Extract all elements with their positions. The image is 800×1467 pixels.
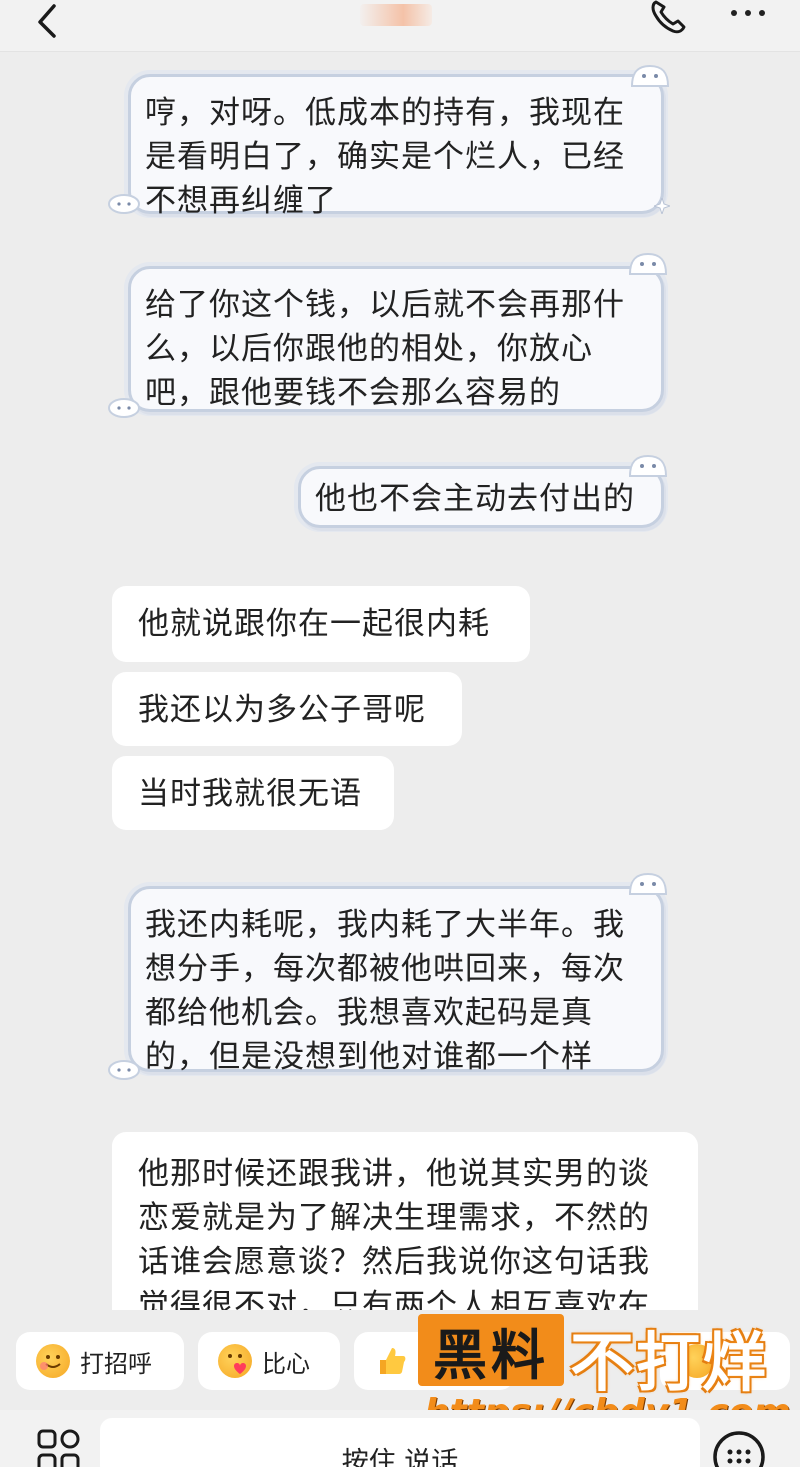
- message-bubble-self[interactable]: 我还内耗呢，我内耗了大半年。我 想分手，每次都被他哄回来，每次 都给他机会。我想…: [128, 886, 664, 1075]
- bubble-cat-sticker-icon: [628, 252, 668, 275]
- message-line: 他那时候还跟我讲，他说其实男的谈: [138, 1156, 650, 1192]
- input-bar: 按住 说话: [0, 1410, 800, 1467]
- hold-to-talk-button[interactable]: 按住 说话: [100, 1418, 700, 1467]
- chat-message-list[interactable]: 哼，对呀。低成本的持有，我现在 是看明白了，确实是个烂人，已经 不想再纠缠了 给…: [0, 52, 800, 1310]
- contact-name-redacted: [360, 4, 432, 26]
- message-line: 都给他机会。我想喜欢起码是真: [145, 995, 593, 1031]
- message-line: 我还内耗呢，我内耗了大半年。我: [145, 907, 625, 943]
- phone-icon[interactable]: [648, 0, 688, 36]
- hold-to-talk-label: 按住 说话: [341, 1447, 459, 1467]
- more-dots-icon[interactable]: [728, 6, 768, 20]
- message-bubble-self[interactable]: 哼，对呀。低成本的持有，我现在 是看明白了，确实是个烂人，已经 不想再纠缠了: [128, 74, 664, 219]
- bubble-cat-sticker-icon: [628, 872, 668, 895]
- message-line: 哼，对呀。低成本的持有，我现在: [145, 95, 625, 131]
- watermark-logo-box: 黑料: [418, 1314, 564, 1387]
- message-line: 觉得很不对，只有两个人相互喜欢在: [138, 1288, 650, 1310]
- message-line: 不想再纠缠了: [145, 183, 337, 219]
- watermark-text: 不打烊: [570, 1327, 768, 1401]
- smile-hug-emoji-icon: [36, 1344, 70, 1378]
- quick-reply-heart[interactable]: 比心: [198, 1332, 340, 1390]
- message-line: 恋爱就是为了解决生理需求，不然的: [138, 1200, 650, 1236]
- finger-heart-emoji-icon: [218, 1344, 252, 1378]
- message-line: 当时我就很无语: [138, 776, 362, 812]
- keyboard-icon[interactable]: [712, 1430, 766, 1467]
- bubble-cat-sticker-icon: [628, 454, 668, 477]
- bubble-cat-sticker-icon: [108, 194, 140, 214]
- message-bubble-other[interactable]: 他那时候还跟我讲，他说其实男的谈 恋爱就是为了解决生理需求，不然的 话谁会愿意谈…: [112, 1132, 698, 1310]
- message-bubble-self[interactable]: 他也不会主动去付出的: [298, 466, 664, 528]
- message-line: 给了你这个钱，以后就不会再那什: [145, 287, 625, 323]
- quick-reply-greet[interactable]: 打招呼: [16, 1332, 184, 1390]
- message-line: 他也不会主动去付出的: [315, 481, 635, 517]
- thumbs-up-emoji-icon: [374, 1344, 408, 1378]
- bubble-cat-sticker-icon: [108, 398, 140, 418]
- apps-grid-icon[interactable]: [36, 1428, 82, 1467]
- bubble-cat-sticker-icon: [630, 64, 670, 87]
- message-line: 想分手，每次都被他哄回来，每次: [145, 951, 625, 987]
- quick-reply-label: 打招呼: [80, 1349, 152, 1378]
- message-line: 的，但是没想到他对谁都一个样: [145, 1039, 593, 1075]
- message-line: 话谁会愿意谈？然后我说你这句话我: [138, 1244, 650, 1280]
- message-line: 我还以为多公子哥呢: [138, 692, 426, 728]
- back-chevron-icon[interactable]: [30, 2, 64, 42]
- message-bubble-self[interactable]: 给了你这个钱，以后就不会再那什 么，以后你跟他的相处，你放心 吧，跟他要钱不会那…: [128, 266, 664, 412]
- message-line: 么，以后你跟他的相处，你放心: [145, 331, 593, 367]
- message-bubble-other[interactable]: 当时我就很无语: [112, 756, 394, 830]
- message-line: 吧，跟他要钱不会那么容易的: [145, 375, 561, 411]
- message-bubble-other[interactable]: 他就说跟你在一起很内耗: [112, 586, 530, 662]
- bubble-cat-sticker-icon: [108, 1060, 140, 1080]
- message-bubble-other[interactable]: 我还以为多公子哥呢: [112, 672, 462, 746]
- message-line: 是看明白了，确实是个烂人，已经: [145, 139, 625, 175]
- chat-header: [0, 0, 800, 52]
- quick-reply-label: 比心: [262, 1349, 310, 1378]
- message-line: 他就说跟你在一起很内耗: [138, 606, 490, 642]
- sparkle-icon: [654, 198, 670, 214]
